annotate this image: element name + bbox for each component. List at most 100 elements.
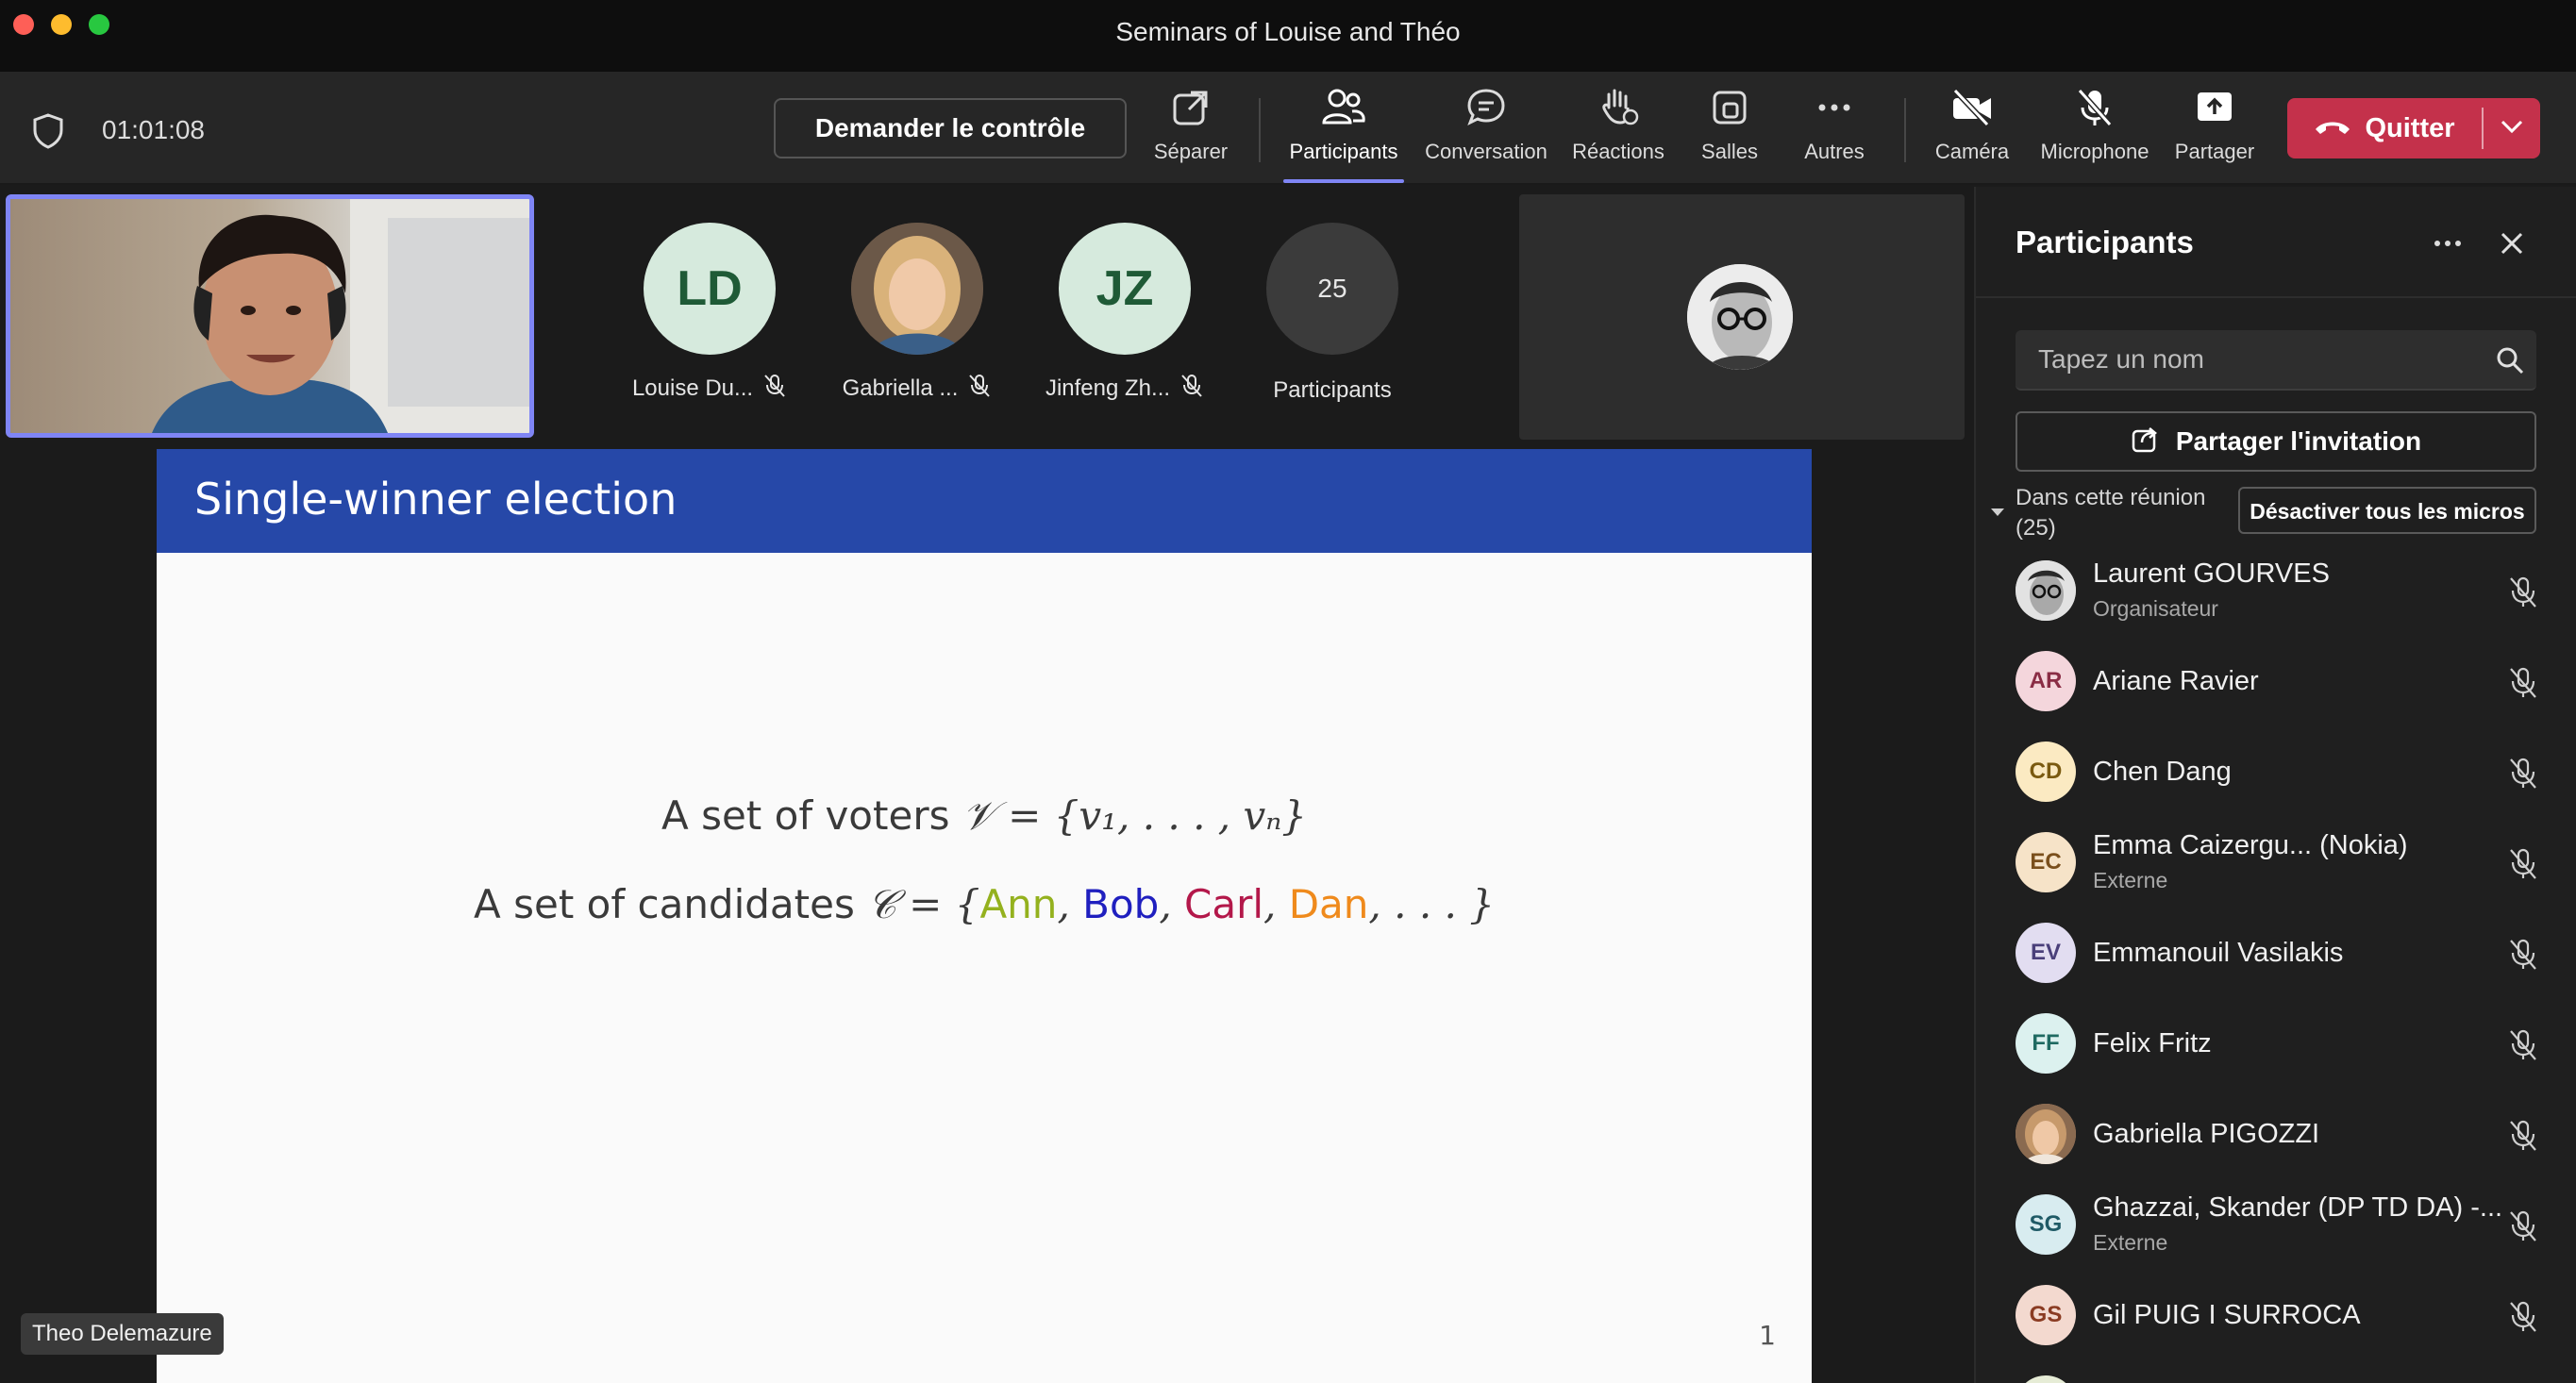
candidate-ann: Ann	[979, 881, 1058, 927]
rooms-button[interactable]: Salles	[1689, 87, 1770, 177]
mic-off-icon	[2506, 847, 2540, 886]
participant-search-input[interactable]	[2016, 330, 2536, 391]
leave-options-button[interactable]	[2484, 98, 2540, 158]
roster-tile-gabriella[interactable]: Gabriella ...	[832, 223, 1002, 405]
avatar	[1687, 264, 1793, 370]
participant-row[interactable]: EC Emma Caizergu... (Nokia) Externe	[2016, 823, 2563, 898]
participant-row[interactable]: FF Felix Fritz	[2016, 1004, 2563, 1079]
shared-presentation[interactable]: Single-winner election A set of voters 𝒱…	[157, 449, 1812, 1383]
participants-label: Participants	[1289, 140, 1398, 163]
pop-out-icon	[1142, 87, 1240, 132]
raise-hand-icon	[1566, 87, 1670, 132]
roster-tile-louise[interactable]: LD Louise Du...	[625, 223, 795, 405]
more-options-button[interactable]: Autres	[1797, 87, 1872, 177]
microphone-toggle[interactable]: Microphone	[2034, 87, 2155, 177]
voters-text: A set of voters	[661, 792, 950, 839]
reactions-button[interactable]: Réactions	[1566, 87, 1670, 177]
participant-row[interactable]: GS Gil PUIG I SURROCA	[2016, 1275, 2563, 1351]
participant-name: Felix Fritz	[2093, 1028, 2212, 1058]
share-label: Partager	[2174, 140, 2255, 163]
participant-row[interactable]: AR Ariane Ravier	[2016, 642, 2563, 717]
participant-name: Emma Caizergu... (Nokia)	[2093, 830, 2408, 860]
participant-name: Emmanouil Vasilakis	[2093, 938, 2344, 968]
mute-all-button[interactable]: Désactiver tous les micros	[2238, 487, 2536, 534]
share-invitation-label: Partager l'invitation	[2175, 426, 2422, 456]
roster-tile-jinfeng[interactable]: JZ Jinfeng Zh...	[1040, 223, 1210, 405]
participant-name: Laurent GOURVES	[2093, 558, 2330, 589]
slide-candidates-line: A set of candidates 𝒞 = {Ann, Bob, Carl,…	[474, 881, 1495, 927]
avatar: GS	[2016, 1285, 2076, 1345]
avatar	[2016, 560, 2076, 621]
remote-video-tile[interactable]	[1519, 194, 1965, 440]
roster-name-text: Jinfeng Zh...	[1045, 375, 1171, 401]
window-titlebar: Seminars of Louise and Théo	[0, 0, 2576, 72]
participant-row[interactable]: SG Ghazzai, Skander (DP TD DA) -... Exte…	[2016, 1185, 2563, 1260]
participant-name: Ghazzai, Skander (DP TD DA) -...	[2093, 1192, 2503, 1223]
participant-name: Gabriella PIGOZZI	[2093, 1119, 2320, 1149]
participant-row[interactable]: CD Chen Dang	[2016, 732, 2563, 808]
roster-name: Jinfeng Zh...	[1040, 374, 1210, 405]
overflow-count: 25	[1266, 223, 1398, 355]
participant-name: Ariane Ravier	[2093, 666, 2259, 696]
participant-row[interactable]: EV Emmanouil Vasilakis	[2016, 913, 2563, 989]
avatar: SG	[2016, 1194, 2076, 1255]
chevron-down-icon[interactable]	[1989, 506, 2006, 523]
tab-conversation[interactable]: Conversation	[1419, 87, 1553, 177]
camera-label: Caméra	[1934, 140, 2010, 163]
leave-meeting-control: Quitter	[2287, 98, 2540, 158]
mic-off-icon	[2506, 666, 2540, 705]
voters-math: 𝒱 = {v₁, . . . , vₙ}	[962, 792, 1307, 839]
mic-off-icon	[2506, 938, 2540, 976]
close-icon[interactable]	[2493, 225, 2531, 267]
participant-name: Gil PUIG I SURROCA	[2093, 1300, 2361, 1330]
participant-row[interactable]: Gabriella PIGOZZI	[2016, 1094, 2563, 1170]
camera-off-icon	[1925, 87, 2019, 132]
request-control-button[interactable]: Demander le contrôle	[774, 98, 1127, 158]
candidate-carl: Carl	[1184, 881, 1264, 927]
mic-off-icon	[2506, 1119, 2540, 1158]
separate-button[interactable]: Séparer	[1142, 87, 1240, 177]
participants-panel: Participants Partager l'invitation Dans …	[1974, 187, 2576, 1383]
leave-button[interactable]: Quitter	[2287, 98, 2482, 158]
candidate-bob: Bob	[1082, 881, 1160, 927]
overflow-label: Participants	[1273, 377, 1392, 403]
participant-row[interactable]	[2016, 1366, 2563, 1383]
participant-row[interactable]: Laurent GOURVES Organisateur	[2016, 551, 2563, 626]
profile-photo	[1687, 264, 1793, 370]
shield-icon[interactable]	[32, 113, 64, 154]
mic-off-icon	[967, 374, 992, 405]
reactions-label: Réactions	[1572, 140, 1664, 163]
participant-role: Externe	[2093, 1230, 2168, 1255]
roster-name: Louise Du...	[625, 374, 795, 405]
search-icon[interactable]	[2495, 345, 2525, 380]
mic-off-icon	[2506, 575, 2540, 614]
participant-role: Organisateur	[2093, 596, 2218, 621]
speaker-name-chip: Theo Delemazure	[21, 1313, 224, 1355]
slide-title: Single-winner election	[194, 474, 677, 525]
roster-overflow-participants[interactable]: 25 Participants	[1247, 223, 1417, 404]
in-meeting-section-label[interactable]: Dans cette réunion (25)	[2016, 483, 2233, 543]
camera-toggle[interactable]: Caméra	[1925, 87, 2019, 177]
share-invitation-button[interactable]: Partager l'invitation	[2016, 411, 2536, 472]
speaker-video-frame	[10, 199, 529, 433]
roster-name-text: Gabriella ...	[842, 375, 959, 401]
avatar: AR	[2016, 651, 2076, 711]
active-speaker-video[interactable]	[6, 194, 534, 438]
toolbar-divider	[1904, 98, 1906, 162]
participant-name: Chen Dang	[2093, 757, 2232, 787]
profile-photo	[851, 223, 983, 355]
meeting-timer: 01:01:08	[102, 115, 205, 144]
chevron-down-icon	[2500, 119, 2524, 139]
more-dots-icon[interactable]	[2429, 225, 2467, 267]
rooms-label: Salles	[1701, 140, 1758, 163]
avatar: JZ	[1059, 223, 1191, 355]
chat-icon	[1419, 87, 1553, 132]
share-button[interactable]: Partager	[2170, 87, 2259, 177]
avatar	[2016, 1104, 2076, 1164]
more-dots-icon	[1797, 87, 1872, 132]
mic-off-icon	[2506, 1028, 2540, 1067]
mic-off-icon	[2506, 757, 2540, 795]
profile-photo	[2016, 1104, 2076, 1164]
tab-participants[interactable]: Participants	[1280, 87, 1408, 183]
avatar: FF	[2016, 1013, 2076, 1074]
